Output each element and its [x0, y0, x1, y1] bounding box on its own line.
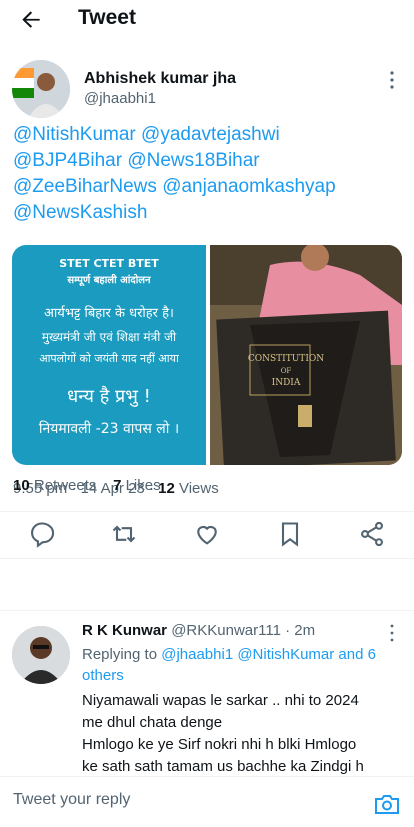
- book-title-line: CONSTITUTION: [247, 354, 325, 364]
- top-bar: Tweet: [0, 0, 414, 40]
- action-bar: [0, 520, 414, 552]
- mention-link[interactable]: @NewsKashish: [13, 202, 147, 223]
- divider: [0, 511, 414, 512]
- divider: [0, 610, 414, 611]
- poster-line: आपलोगों को जयंती याद नहीं आया: [39, 352, 179, 365]
- constitution-photo[interactable]: CONSTITUTION OF INDIA: [210, 245, 402, 465]
- tweet-text: @NitishKumar @yadavtejashwi @BJP4Bihar @…: [13, 122, 403, 226]
- more-options-icon[interactable]: [386, 68, 398, 92]
- mention-link[interactable]: @NitishKumar: [13, 124, 136, 145]
- book-title-line: INDIA: [271, 378, 301, 388]
- replying-to: Replying to @jhaabhi1 @NitishKumar and 6…: [82, 644, 404, 686]
- reply-line: me dhul chata denge: [82, 714, 223, 731]
- reply-author-handle[interactable]: @RKKunwar111: [171, 622, 281, 639]
- reply-input[interactable]: Tweet your reply: [13, 791, 130, 809]
- tweet-stats: 10 Retweets 7 Likes: [13, 477, 161, 494]
- tweet-media[interactable]: STET CTET BTET सम्पूर्ण बहाली आंदोलन आर्…: [12, 245, 402, 465]
- reply-text: Niyamawali wapas le sarkar .. nhi to 202…: [82, 690, 404, 778]
- book-title: CONSTITUTION OF INDIA: [246, 353, 326, 389]
- share-icon[interactable]: [358, 520, 386, 548]
- reply-line: Hmlogo ke ye Sirf nokri nhi h blki Hmlog…: [82, 736, 357, 753]
- reply-line: ke sath sath tamam us bachhe ka Zindgi h: [82, 758, 364, 775]
- replying-prefix: Replying to: [82, 646, 158, 663]
- mention-link[interactable]: @yadavtejashwi: [141, 124, 280, 145]
- camera-icon[interactable]: [374, 793, 400, 815]
- reply-author-name[interactable]: R K Kunwar: [82, 622, 167, 639]
- reply-icon[interactable]: [28, 520, 56, 548]
- bookmark-icon[interactable]: [276, 520, 304, 548]
- likes-stat[interactable]: 7 Likes: [113, 477, 161, 494]
- reply-avatar[interactable]: [12, 626, 70, 684]
- retweets-label: Retweets: [33, 477, 97, 494]
- poster-line: STET CTET BTET: [59, 257, 159, 270]
- page-title: Tweet: [78, 6, 136, 29]
- reply-separator: ·: [285, 622, 291, 639]
- poster-image[interactable]: STET CTET BTET सम्पूर्ण बहाली आंदोलन आर्…: [12, 245, 206, 465]
- reply-more-icon[interactable]: [386, 622, 398, 644]
- likes-label: Likes: [125, 477, 161, 494]
- retweet-icon[interactable]: [110, 520, 138, 548]
- retweets-count: 10: [13, 477, 30, 494]
- author-handle[interactable]: @jhaabhi1: [84, 90, 156, 107]
- mention-link[interactable]: @anjanaomkashyap: [162, 176, 336, 197]
- views-count: 12: [158, 480, 175, 497]
- reply-author-photo: [12, 626, 70, 684]
- reply-header: R K Kunwar @RKKunwar111 · 2m: [82, 622, 315, 639]
- author-name[interactable]: Abhishek kumar jha: [84, 70, 236, 88]
- book-title-line: OF: [280, 367, 292, 375]
- poster-line: आर्यभट्ट बिहार के धरोहर है।: [44, 306, 174, 321]
- like-icon[interactable]: [193, 520, 221, 548]
- likes-count: 7: [113, 477, 122, 494]
- poster-line: सम्पूर्ण बहाली आंदोलन: [67, 275, 151, 286]
- back-arrow-icon[interactable]: [18, 7, 44, 33]
- mention-link[interactable]: @News18Bihar: [127, 150, 259, 171]
- poster-line: नियमावली -23 वापस लो ।: [38, 421, 180, 437]
- poster-line: मुख्यमंत्री जी एवं शिक्षा मंत्री जी: [41, 330, 177, 344]
- reply-line: Niyamawali wapas le sarkar .. nhi to 202…: [82, 692, 359, 709]
- reply-age: 2m: [294, 622, 316, 639]
- reply-composer: Tweet your reply: [0, 776, 414, 827]
- views-label: Views: [178, 480, 219, 497]
- retweets-stat[interactable]: 10 Retweets: [13, 477, 96, 494]
- divider: [0, 558, 414, 559]
- mention-link[interactable]: @BJP4Bihar: [13, 150, 122, 171]
- mention-link[interactable]: @ZeeBiharNews: [13, 176, 157, 197]
- author-avatar[interactable]: [12, 60, 70, 118]
- poster-line: धन्य है प्रभु !: [67, 386, 151, 407]
- author-photo: [12, 60, 70, 118]
